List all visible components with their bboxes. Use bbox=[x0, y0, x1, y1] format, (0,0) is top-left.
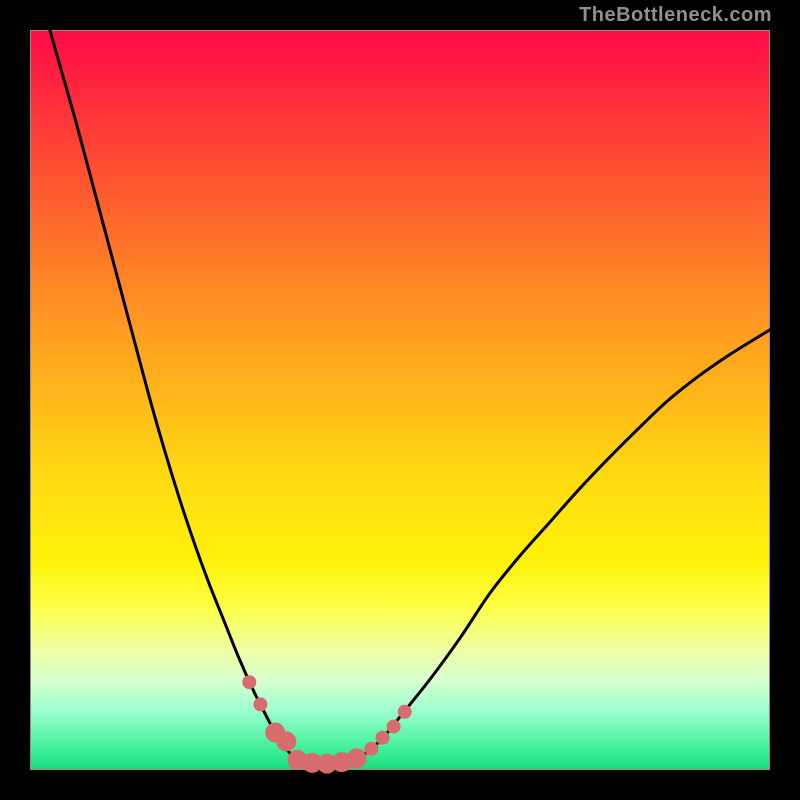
curve-marker bbox=[376, 731, 390, 745]
chart-frame: TheBottleneck.com bbox=[0, 0, 800, 800]
chart-svg bbox=[31, 31, 771, 771]
chart-plot-area bbox=[30, 30, 770, 770]
bottleneck-curve bbox=[31, 0, 771, 764]
curve-marker bbox=[398, 705, 412, 719]
watermark-text: TheBottleneck.com bbox=[579, 4, 772, 27]
curve-marker bbox=[242, 675, 256, 689]
curve-marker bbox=[347, 748, 367, 768]
curve-marker bbox=[387, 720, 401, 734]
curve-marker bbox=[253, 697, 267, 711]
curve-marker bbox=[364, 742, 378, 756]
curve-marker bbox=[276, 731, 296, 751]
marker-group bbox=[242, 675, 411, 773]
